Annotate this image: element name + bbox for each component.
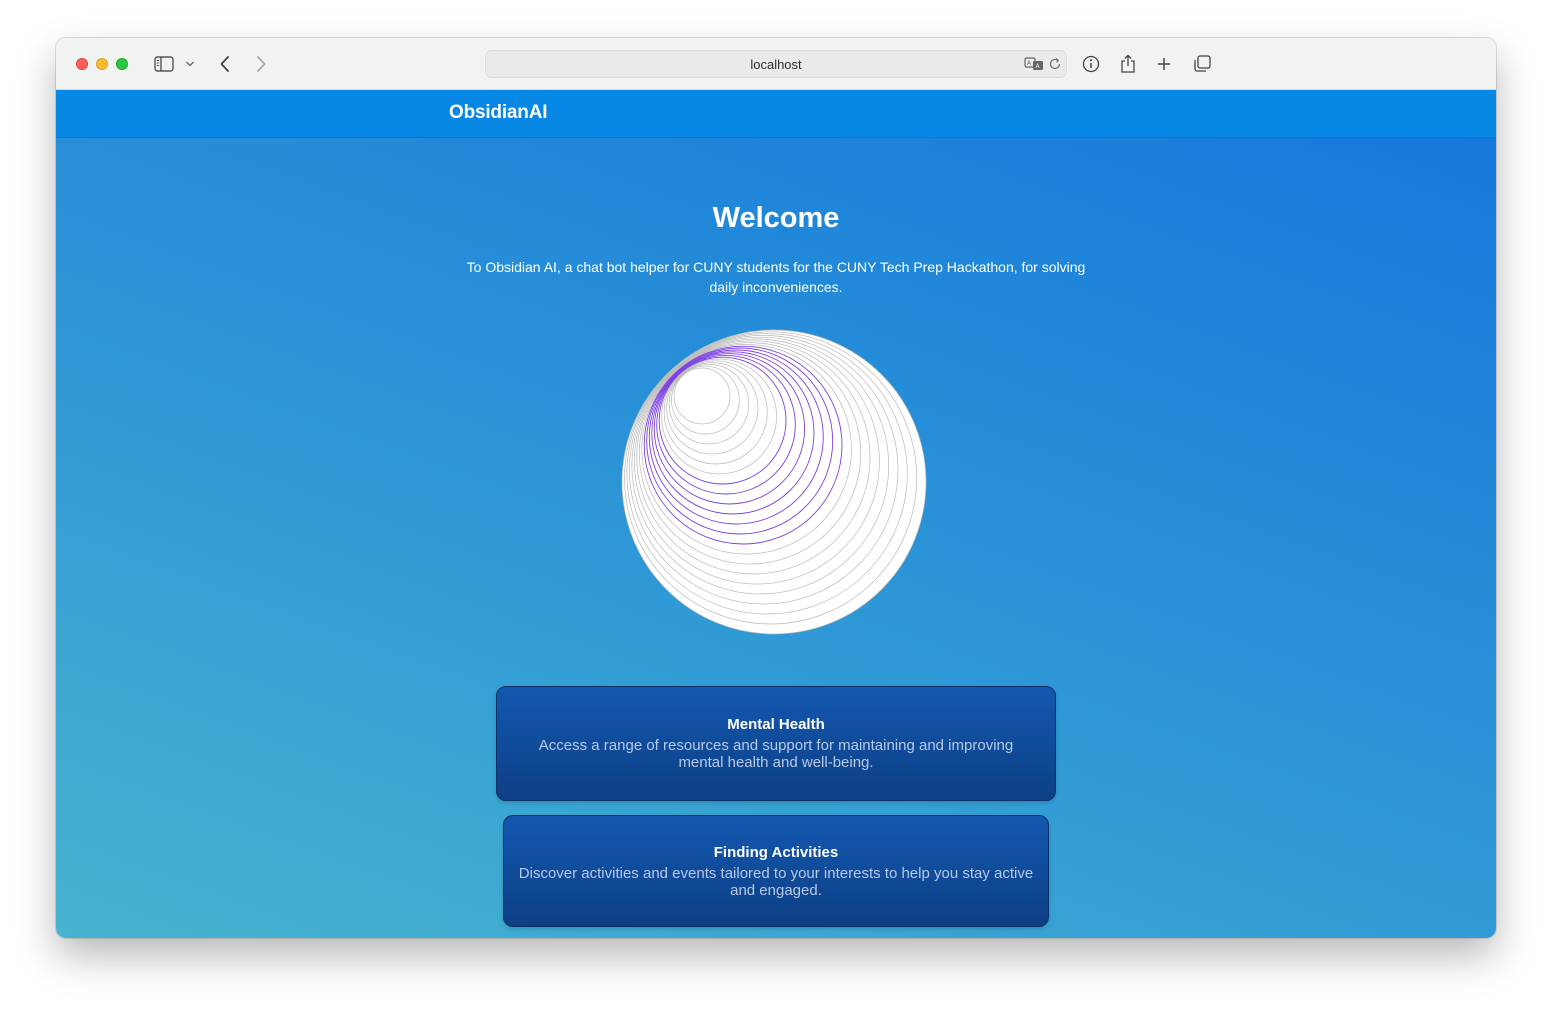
forward-icon[interactable]	[250, 52, 272, 76]
sidebar-toggle-icon[interactable]	[152, 52, 176, 76]
animated-sphere	[621, 329, 927, 635]
top-navbar: ObsidianAI	[56, 90, 1496, 138]
finding-activities-card[interactable]: Finding Activities Discover activities a…	[503, 815, 1049, 927]
reload-icon[interactable]	[1046, 54, 1064, 74]
address-bar[interactable]: localhost AA	[485, 50, 1067, 78]
share-icon[interactable]	[1116, 52, 1140, 76]
back-icon[interactable]	[214, 52, 236, 76]
card-title: Mental Health	[727, 716, 825, 733]
page-title: Welcome	[712, 202, 840, 234]
card-description: Discover activities and events tailored …	[518, 865, 1034, 899]
minimize-window-button[interactable]	[96, 58, 108, 70]
translate-icon[interactable]: AA	[1024, 54, 1044, 74]
page-content: ObsidianAI Welcome To Obsidian AI, a cha…	[56, 90, 1496, 938]
chevron-down-icon[interactable]	[184, 52, 196, 76]
info-icon[interactable]	[1079, 52, 1103, 76]
tab-overview-icon[interactable]	[1190, 52, 1214, 76]
mental-health-card[interactable]: Mental Health Access a range of resource…	[496, 686, 1056, 801]
intro-text: To Obsidian AI, a chat bot helper for CU…	[466, 259, 1086, 295]
zoom-window-button[interactable]	[116, 58, 128, 70]
browser-toolbar: localhost AA	[56, 38, 1496, 90]
card-title: Finding Activities	[713, 844, 839, 861]
card-description: Access a range of resources and support …	[538, 737, 1014, 771]
svg-text:A: A	[1027, 60, 1032, 67]
new-tab-icon[interactable]	[1153, 52, 1175, 76]
brand-logo[interactable]: ObsidianAI	[449, 102, 547, 124]
browser-window: localhost AA ObsidianAI Welcome To Obsid…	[56, 38, 1496, 938]
close-window-button[interactable]	[76, 58, 88, 70]
url-text[interactable]: localhost	[486, 57, 1066, 72]
sphere-ring	[673, 367, 731, 425]
